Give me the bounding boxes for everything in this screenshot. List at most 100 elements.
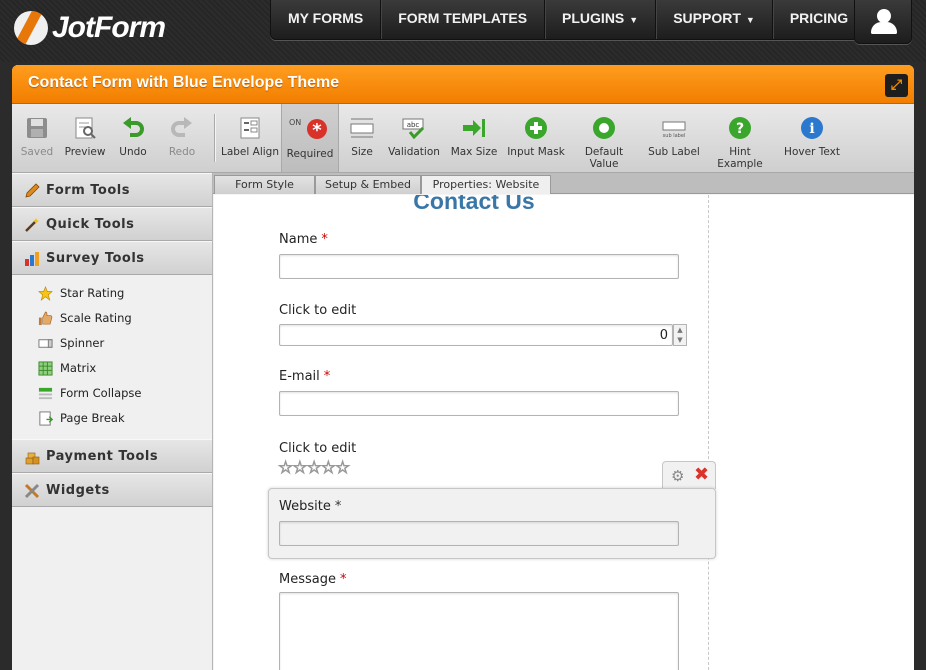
size-button[interactable]: Size bbox=[338, 104, 386, 172]
magic-wand-icon bbox=[25, 218, 39, 232]
spinner-arrows[interactable]: ▲ ▼ bbox=[673, 324, 687, 346]
redo-button[interactable]: Redo bbox=[157, 104, 207, 172]
default-value-button[interactable]: Default Value bbox=[574, 104, 634, 172]
field-label-spinner[interactable]: Click to edit bbox=[279, 303, 356, 318]
sub-label-icon: sub label bbox=[662, 121, 686, 139]
nav-support[interactable]: SUPPORT ▼ bbox=[656, 0, 773, 39]
tool-spinner[interactable]: Spinner bbox=[12, 331, 212, 356]
hover-text-button[interactable]: i Hover Text bbox=[780, 104, 844, 172]
field-label-website[interactable]: Website * bbox=[279, 499, 341, 514]
star-rating-input[interactable]: ☆☆☆☆☆ bbox=[277, 458, 350, 479]
selected-field-website[interactable]: Website * bbox=[268, 488, 716, 559]
form-builder-window: Contact Form with Blue Envelope Theme ⤢ … bbox=[12, 65, 914, 670]
toolbar-separator bbox=[214, 114, 215, 162]
thumbs-up-icon bbox=[38, 311, 53, 326]
form-width-guide bbox=[708, 195, 709, 670]
fullscreen-icon[interactable]: ⤢ bbox=[885, 74, 908, 97]
gear-icon[interactable]: ⚙ bbox=[671, 467, 684, 485]
validation-icon: abc bbox=[402, 118, 425, 140]
preview-icon bbox=[75, 117, 96, 139]
tab-form-style[interactable]: Form Style bbox=[214, 175, 315, 194]
sidebar-section-form-tools[interactable]: Form Tools bbox=[12, 173, 212, 207]
field-label-rating[interactable]: Click to edit bbox=[279, 441, 356, 456]
required-state-badge: ON bbox=[289, 118, 302, 127]
email-input[interactable] bbox=[279, 391, 679, 416]
field-actions: ⚙ ✖ bbox=[662, 461, 716, 489]
svg-text:abc: abc bbox=[407, 121, 420, 129]
logo-text: JotForm bbox=[52, 11, 166, 44]
sidebar-section-widgets[interactable]: Widgets bbox=[12, 473, 212, 507]
sidebar-section-quick-tools[interactable]: Quick Tools bbox=[12, 207, 212, 241]
form-canvas: Contact Us Name * Click to edit 0 ▲ ▼ E-m… bbox=[214, 195, 914, 670]
svg-text:*: * bbox=[312, 120, 322, 140]
nav-my-forms[interactable]: MY FORMS bbox=[271, 0, 382, 39]
page-break-icon bbox=[39, 411, 53, 426]
required-marker: * bbox=[323, 369, 331, 384]
hint-example-button[interactable]: ? Hint Example bbox=[710, 104, 770, 172]
pencil-icon bbox=[25, 183, 40, 198]
spinner-value: 0 bbox=[659, 328, 668, 343]
chevron-down-icon: ▼ bbox=[629, 15, 639, 25]
jotform-logo[interactable]: JotForm bbox=[14, 10, 166, 46]
tool-matrix[interactable]: Matrix bbox=[12, 356, 212, 381]
validation-button[interactable]: abc Validation bbox=[384, 104, 444, 172]
properties-toolbar: Saved Preview Undo Redo Label Align ON *… bbox=[12, 104, 914, 173]
field-label-name[interactable]: Name * bbox=[279, 232, 328, 247]
editor-tabs: Form Style Setup & Embed Properties: Web… bbox=[213, 173, 914, 194]
redo-icon bbox=[171, 117, 192, 137]
sub-label-button[interactable]: sub label Sub Label bbox=[642, 104, 706, 172]
max-size-button[interactable]: Max Size bbox=[446, 104, 502, 172]
spinner-up-icon[interactable]: ▲ bbox=[674, 325, 686, 335]
nav-form-templates[interactable]: FORM TEMPLATES bbox=[381, 0, 546, 39]
message-textarea[interactable] bbox=[279, 592, 679, 670]
sidebar-section-survey-tools[interactable]: Survey Tools bbox=[12, 241, 212, 275]
nav-pricing[interactable]: PRICING bbox=[773, 0, 865, 39]
undo-button[interactable]: Undo bbox=[108, 104, 158, 172]
tools-sidebar: Form Tools Quick Tools Survey Tools Star… bbox=[12, 173, 213, 670]
coins-icon bbox=[25, 452, 40, 465]
max-size-icon bbox=[463, 119, 485, 137]
svg-text:?: ? bbox=[736, 121, 744, 137]
form-collapse-icon bbox=[38, 387, 53, 400]
plus-circle-icon bbox=[525, 117, 547, 139]
save-button[interactable]: Saved bbox=[12, 104, 62, 172]
tool-page-break[interactable]: Page Break bbox=[12, 406, 212, 431]
undo-icon bbox=[123, 117, 144, 137]
survey-tools-list: Star Rating Scale Rating Spinner Matrix … bbox=[12, 275, 212, 439]
label-align-button[interactable]: Label Align bbox=[218, 104, 282, 172]
delete-icon[interactable]: ✖ bbox=[694, 464, 709, 485]
form-name: Contact Form with Blue Envelope Theme bbox=[28, 74, 340, 91]
name-input[interactable] bbox=[279, 254, 679, 279]
form-title[interactable]: Contact Us bbox=[214, 195, 734, 215]
top-bar: JotForm MY FORMS FORM TEMPLATES PLUGINS ▼… bbox=[0, 0, 926, 62]
tab-properties[interactable]: Properties: Website bbox=[421, 175, 551, 194]
user-account-button[interactable] bbox=[854, 0, 912, 44]
star-icon bbox=[38, 286, 53, 301]
save-icon bbox=[27, 118, 47, 138]
required-marker: * bbox=[339, 572, 347, 587]
chevron-down-icon: ▼ bbox=[745, 15, 755, 25]
size-icon bbox=[350, 118, 374, 138]
required-marker: * bbox=[321, 232, 328, 247]
field-label-message[interactable]: Message * bbox=[279, 572, 346, 587]
default-value-icon bbox=[593, 117, 615, 139]
preview-button[interactable]: Preview bbox=[60, 104, 110, 172]
svg-text:i: i bbox=[809, 121, 814, 137]
spinner-input[interactable]: 0 bbox=[279, 324, 673, 346]
window-titlebar: Contact Form with Blue Envelope Theme ⤢ bbox=[12, 65, 914, 104]
nav-plugins[interactable]: PLUGINS ▼ bbox=[545, 0, 657, 39]
main-nav: MY FORMS FORM TEMPLATES PLUGINS ▼ SUPPORT… bbox=[270, 0, 867, 40]
tools-icon bbox=[24, 483, 40, 499]
sidebar-section-payment-tools[interactable]: Payment Tools bbox=[12, 439, 212, 473]
tool-scale-rating[interactable]: Scale Rating bbox=[12, 306, 212, 331]
required-toggle[interactable]: ON * Required bbox=[281, 104, 339, 172]
website-input[interactable] bbox=[279, 521, 679, 546]
field-label-email[interactable]: E-mail * bbox=[279, 369, 330, 384]
spinner-down-icon[interactable]: ▼ bbox=[674, 335, 686, 345]
tool-form-collapse[interactable]: Form Collapse bbox=[12, 381, 212, 406]
tab-setup-embed[interactable]: Setup & Embed bbox=[315, 175, 421, 194]
question-icon: ? bbox=[729, 117, 751, 139]
info-icon: i bbox=[801, 117, 823, 139]
tool-star-rating[interactable]: Star Rating bbox=[12, 281, 212, 306]
input-mask-button[interactable]: Input Mask bbox=[506, 104, 566, 172]
